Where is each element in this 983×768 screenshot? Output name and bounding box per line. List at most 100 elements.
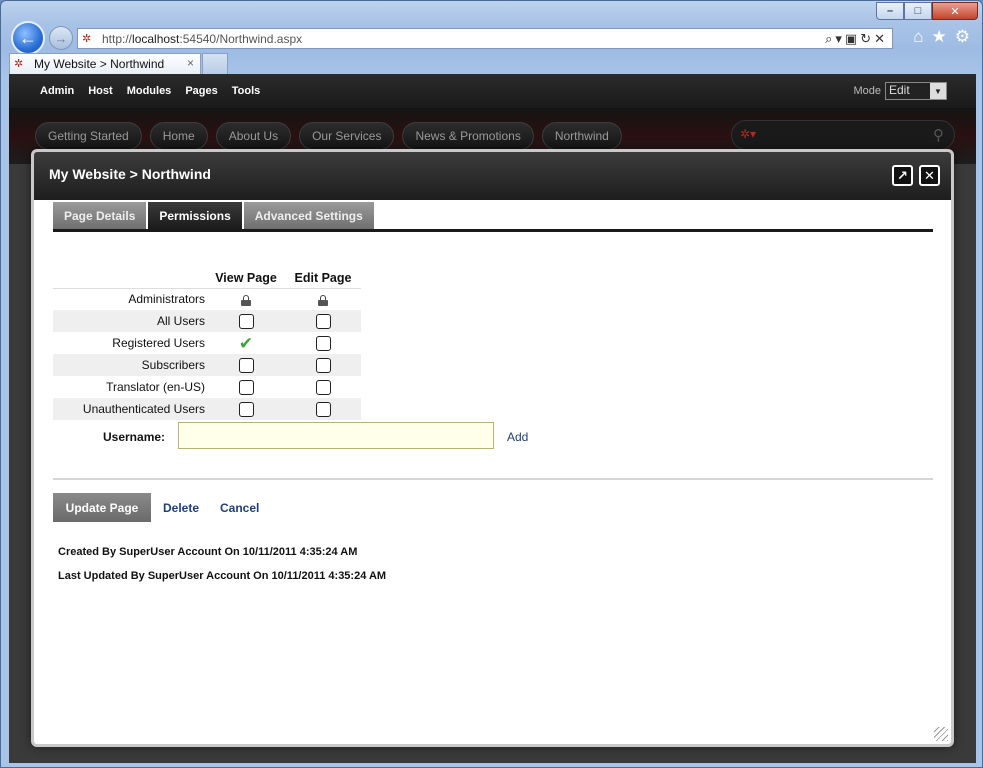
role-name: All Users: [53, 310, 207, 332]
edit-permission-checkbox[interactable]: [315, 379, 331, 395]
edit-permission-checkbox[interactable]: [315, 313, 331, 329]
table-row: Administrators: [53, 288, 361, 310]
expand-icon: ↗: [897, 167, 908, 183]
edit-permission-checkbox[interactable]: [315, 401, 331, 417]
tabs-divider: [53, 229, 933, 232]
control-bar-pages[interactable]: Pages: [185, 85, 217, 97]
home-icon[interactable]: ⌂: [913, 27, 923, 47]
address-bar[interactable]: ✲ http://localhost:54540/Northwind.aspx …: [77, 28, 893, 49]
edit-permission-cell: [285, 332, 361, 354]
view-permission-cell: [207, 398, 285, 420]
view-permission-checkbox[interactable]: [238, 313, 254, 329]
control-bar-tools[interactable]: Tools: [232, 85, 261, 97]
role-name: Unauthenticated Users: [53, 398, 207, 420]
section-divider: [53, 478, 933, 480]
table-row: Unauthenticated Users: [53, 398, 361, 420]
role-name: Administrators: [128, 292, 205, 307]
resize-grip-icon[interactable]: [934, 727, 948, 741]
delete-link[interactable]: Delete: [163, 501, 199, 515]
view-permission-cell: [207, 376, 285, 398]
cancel-link[interactable]: Cancel: [220, 501, 259, 515]
mode-selector: Mode Edit ▼: [853, 82, 947, 100]
dialog-header: My Website > Northwind ↗ ✕: [34, 152, 951, 200]
view-permission-checkbox[interactable]: [238, 379, 254, 395]
table-row: All Users: [53, 310, 361, 332]
edit-permission-cell: [285, 376, 361, 398]
nav-northwind[interactable]: Northwind: [541, 122, 622, 150]
role-column-header: [53, 268, 207, 288]
edit-permission-cell: [285, 398, 361, 420]
mode-select[interactable]: Edit ▼: [885, 82, 947, 100]
search-icon[interactable]: ⚲: [933, 126, 944, 144]
role-name: Subscribers: [53, 354, 207, 376]
chevron-down-icon: ▼: [930, 83, 946, 99]
maximize-dialog-button[interactable]: ↗: [892, 165, 913, 186]
edit-permission-checkbox[interactable]: [315, 357, 331, 373]
close-icon: ✕: [924, 167, 935, 183]
username-label: Username:: [103, 430, 166, 444]
view-page-column-header: View Page: [215, 270, 277, 285]
site-favicon-icon: ✲: [82, 32, 92, 45]
permissions-grid: View Page Edit Page Administrators All U…: [53, 268, 361, 420]
browser-window: – □ ✕ ← → ✲ http://localhost:54540/North…: [0, 0, 983, 768]
close-window-button[interactable]: ✕: [932, 2, 978, 20]
view-permission-cell: [207, 354, 285, 376]
created-by-text: Created By SuperUser Account On 10/11/20…: [58, 546, 358, 558]
mode-value: Edit: [889, 83, 910, 97]
control-bar-modules[interactable]: Modules: [127, 85, 172, 97]
address-url[interactable]: http://localhost:54540/Northwind.aspx: [102, 32, 302, 46]
dialog-tabs: Page Details Permissions Advanced Settin…: [53, 202, 376, 230]
favorites-icon[interactable]: ★: [932, 27, 947, 47]
edit-permission-cell: [285, 288, 361, 310]
edit-permission-cell: [285, 310, 361, 332]
view-permission-cell: [207, 310, 285, 332]
view-permission-cell: [207, 288, 285, 310]
site-search[interactable]: ✲▾ ⚲: [731, 120, 955, 150]
table-row: Registered Users ✔: [53, 332, 361, 354]
tab-page-details[interactable]: Page Details: [53, 202, 147, 230]
table-row: Subscribers: [53, 354, 361, 376]
tab-close-icon[interactable]: ×: [187, 56, 194, 70]
nav-about-us[interactable]: About Us: [215, 122, 292, 150]
forward-button[interactable]: →: [49, 26, 73, 50]
view-permission-cell: ✔: [207, 332, 285, 354]
nav-news-promotions[interactable]: News & Promotions: [402, 122, 534, 150]
nav-home[interactable]: Home: [149, 122, 208, 150]
dnn-logo-icon: ✲▾: [740, 127, 757, 141]
browser-tab[interactable]: ✲ My Website > Northwind ×: [9, 53, 201, 74]
forward-arrow-icon: →: [54, 30, 68, 46]
control-bar: Admin Host Modules Pages Tools Mode Edit…: [9, 74, 976, 108]
close-dialog-button[interactable]: ✕: [919, 165, 940, 186]
maximize-button[interactable]: □: [904, 2, 932, 20]
mode-label: Mode: [853, 85, 881, 97]
tab-permissions[interactable]: Permissions: [148, 202, 242, 230]
tab-title: My Website > Northwind: [34, 57, 165, 71]
role-name: Translator (en-US): [106, 380, 205, 394]
address-tools-icons[interactable]: ⌕▾▣↻✕: [825, 31, 888, 47]
username-input[interactable]: [178, 422, 494, 449]
tools-icon[interactable]: ⚙: [955, 27, 970, 47]
view-permission-checkbox[interactable]: [238, 357, 254, 373]
role-name: Registered Users: [112, 336, 205, 350]
edit-page-column-header: Edit Page: [294, 270, 352, 285]
last-updated-text: Last Updated By SuperUser Account On 10/…: [58, 570, 387, 582]
edit-permission-cell: [285, 354, 361, 376]
update-page-button[interactable]: Update Page: [53, 493, 151, 522]
minimize-button[interactable]: –: [876, 2, 904, 20]
back-button[interactable]: ←: [11, 21, 45, 55]
nav-getting-started[interactable]: Getting Started: [35, 122, 142, 150]
tab-favicon-icon: ✲: [14, 58, 24, 70]
view-permission-checkbox[interactable]: [238, 401, 254, 417]
control-bar-host[interactable]: Host: [88, 85, 112, 97]
dialog-title: My Website > Northwind: [49, 166, 211, 182]
browser-toolbar-icons: ⌂ ★ ⚙: [913, 27, 970, 47]
checkmark-icon[interactable]: ✔: [239, 334, 253, 353]
edit-permission-checkbox[interactable]: [315, 335, 331, 351]
control-bar-admin[interactable]: Admin: [40, 85, 74, 97]
add-user-link[interactable]: Add: [507, 430, 528, 444]
table-row: Translator (en-US): [53, 376, 361, 398]
lock-icon: [318, 294, 328, 306]
nav-our-services[interactable]: Our Services: [299, 122, 395, 150]
new-tab-button[interactable]: [202, 53, 228, 74]
tab-advanced-settings[interactable]: Advanced Settings: [243, 202, 374, 230]
